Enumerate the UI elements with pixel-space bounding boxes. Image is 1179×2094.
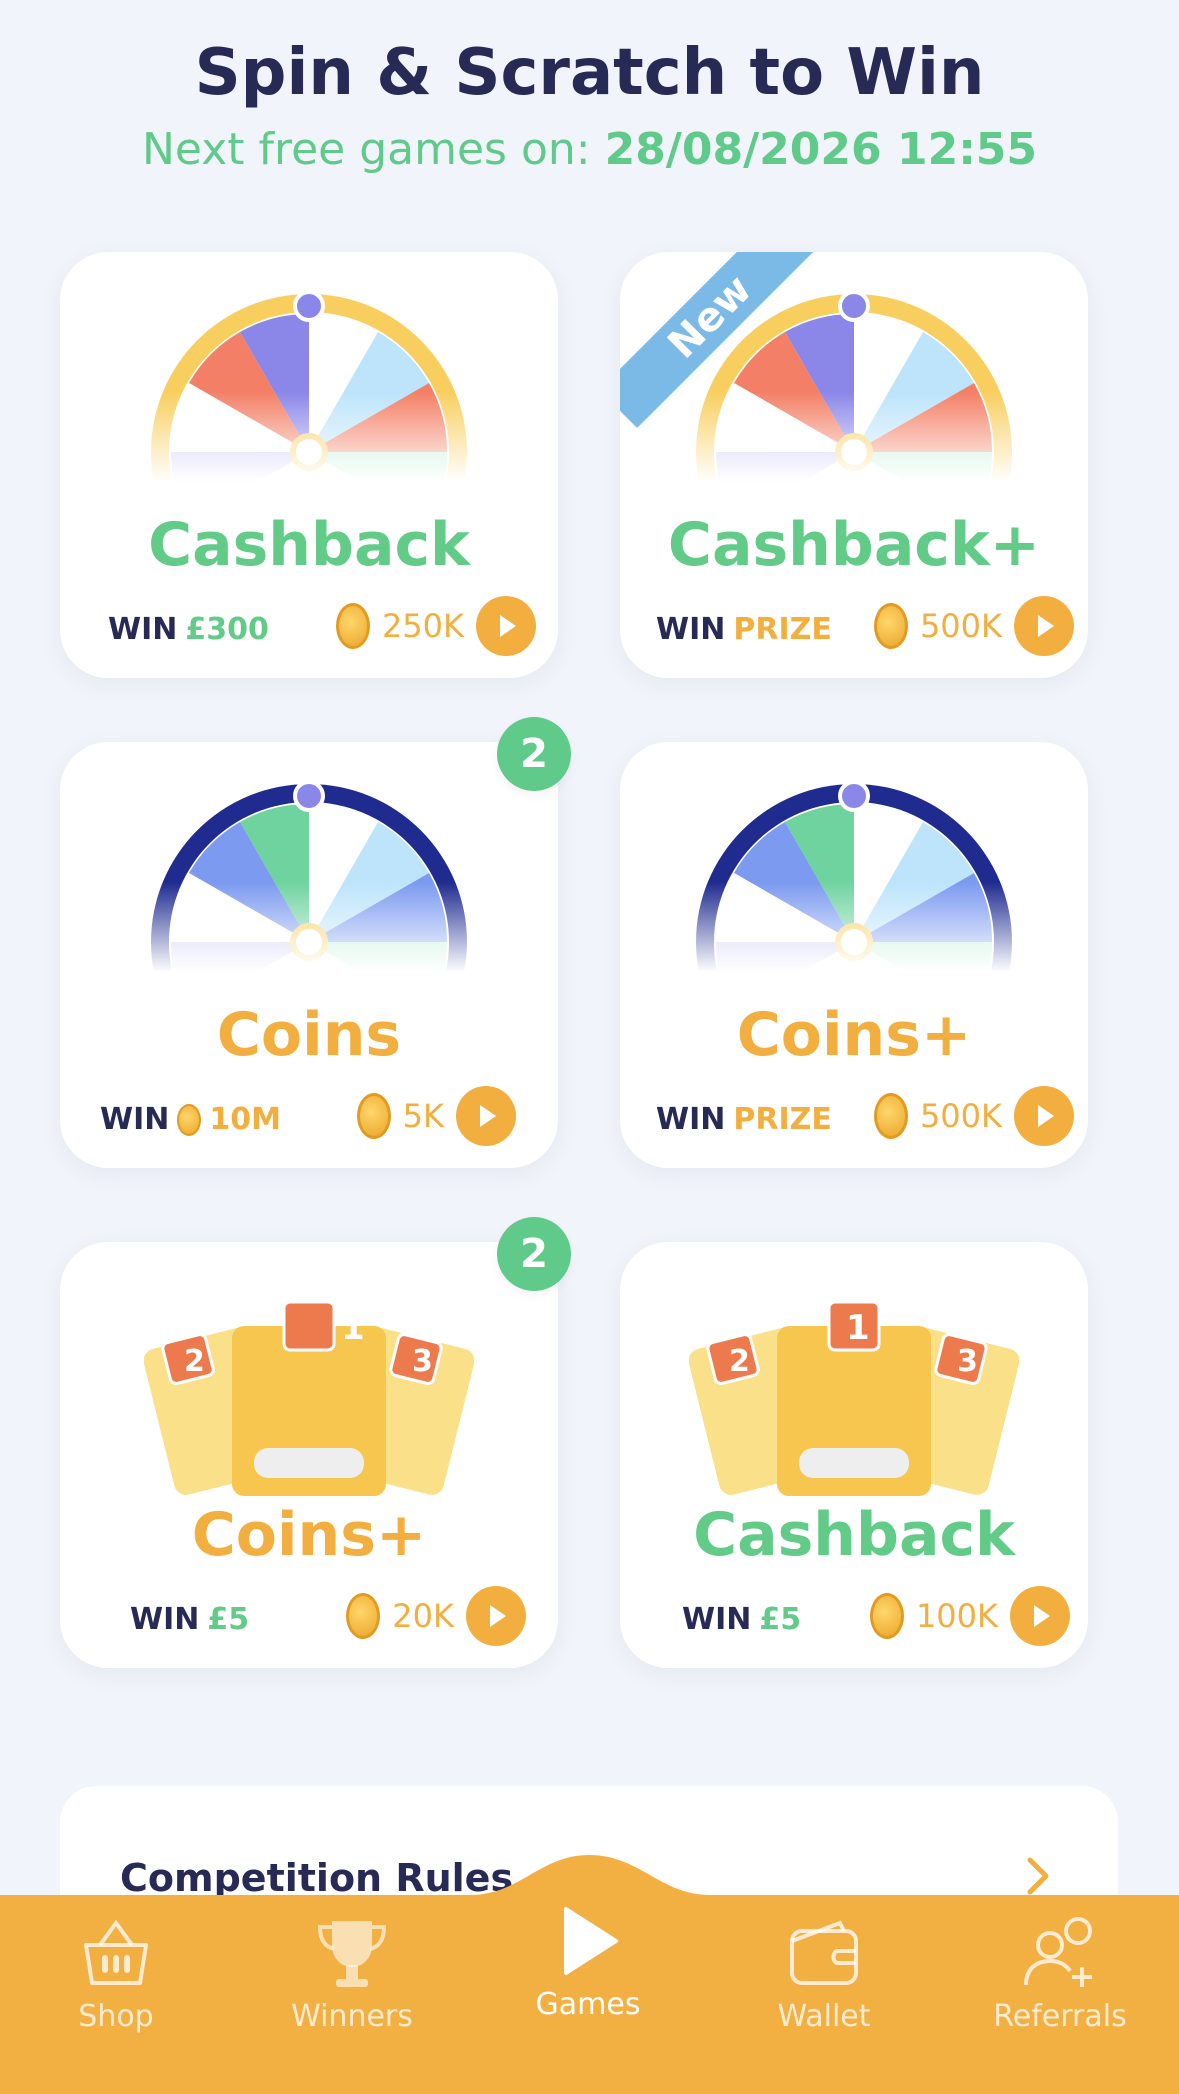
card-number-2: 2 <box>184 1344 205 1379</box>
play-button[interactable] <box>1014 1086 1074 1146</box>
scratch-card-cashback[interactable]: 1 2 3 Cashback WIN £5 100K <box>620 1242 1088 1668</box>
coin-icon <box>869 1593 904 1639</box>
entry-cost: 500K <box>873 596 1074 656</box>
card-title: Coins+ <box>736 1000 972 1070</box>
wheel-graphic <box>149 782 469 972</box>
free-plays-badge: 2 <box>497 717 571 791</box>
nav-games[interactable]: Games <box>488 1903 688 2022</box>
nav-winners[interactable]: Winners <box>252 1915 452 2034</box>
win-info: WIN £5 <box>682 1602 802 1637</box>
entry-cost: 5K <box>356 1086 516 1146</box>
card-number-3: 3 <box>957 1344 978 1379</box>
nav-referrals[interactable]: Referrals <box>960 1915 1160 2034</box>
wheel-graphic <box>694 782 1014 972</box>
next-free-date: 28/08/2026 12:55 <box>604 124 1038 175</box>
game-card-coins-plus[interactable]: Coins+ WIN PRIZE 500K <box>620 742 1088 1168</box>
game-card-coins[interactable]: Coins WIN 10M 5K <box>60 742 558 1168</box>
scratch-cards-graphic <box>144 1300 474 1496</box>
trophy-icon <box>317 1921 387 1987</box>
win-info: WIN PRIZE <box>656 1102 832 1137</box>
entry-cost: 100K <box>869 1586 1070 1646</box>
play-button[interactable] <box>476 596 536 656</box>
card-title: Cashback <box>148 510 470 580</box>
next-free-label: Next free games on: <box>141 124 605 175</box>
wheel-graphic <box>694 292 1014 482</box>
coin-icon <box>335 603 370 649</box>
page-title: Spin & Scratch to Win <box>194 36 985 110</box>
next-free-games: Next free games on: 28/08/2026 12:55 <box>0 124 1179 175</box>
game-card-cashback[interactable]: Cashback WIN £300 250K <box>60 252 558 678</box>
play-button[interactable] <box>466 1586 526 1646</box>
entry-cost: 250K <box>335 596 536 656</box>
play-button[interactable] <box>1010 1586 1070 1646</box>
basket-icon <box>84 1919 148 1985</box>
entry-cost: 500K <box>873 1086 1074 1146</box>
card-title: Coins+ <box>191 1500 427 1570</box>
coin-icon <box>873 603 908 649</box>
add-user-icon <box>1024 1917 1092 1987</box>
win-info: WIN PRIZE <box>656 612 832 647</box>
card-title: Coins <box>216 1000 402 1070</box>
entry-cost: 20K <box>346 1586 526 1646</box>
win-info: WIN 10M <box>100 1102 281 1137</box>
wallet-icon <box>790 1920 858 1985</box>
card-number-1: 1 <box>341 1308 365 1348</box>
play-button[interactable] <box>1014 596 1074 656</box>
card-number-1: 1 <box>846 1308 870 1348</box>
coin-icon <box>873 1093 908 1139</box>
win-info: WIN £300 <box>108 612 269 647</box>
free-plays-badge: 2 <box>497 1217 571 1291</box>
card-title: Cashback+ <box>667 510 1041 580</box>
card-number-2: 2 <box>729 1344 750 1379</box>
coin-icon <box>177 1103 202 1136</box>
bottom-nav: Shop Winners Games Wallet Referrals <box>0 1855 1179 2094</box>
nav-wallet[interactable]: Wallet <box>724 1915 924 2034</box>
game-card-cashback-plus[interactable]: New Cashback+ WIN PRIZE 500K <box>620 252 1088 678</box>
play-icon <box>564 1907 618 1975</box>
coin-icon <box>346 1593 381 1639</box>
play-button[interactable] <box>456 1086 516 1146</box>
card-number-3: 3 <box>412 1344 433 1379</box>
wheel-graphic <box>149 292 469 482</box>
nav-shop[interactable]: Shop <box>16 1915 216 2034</box>
card-title: Cashback <box>693 1500 1015 1570</box>
win-info: WIN £5 <box>130 1602 250 1637</box>
coin-icon <box>356 1093 391 1139</box>
scratch-card-coins-plus[interactable]: 1 2 3 Coins+ WIN £5 20K <box>60 1242 558 1668</box>
